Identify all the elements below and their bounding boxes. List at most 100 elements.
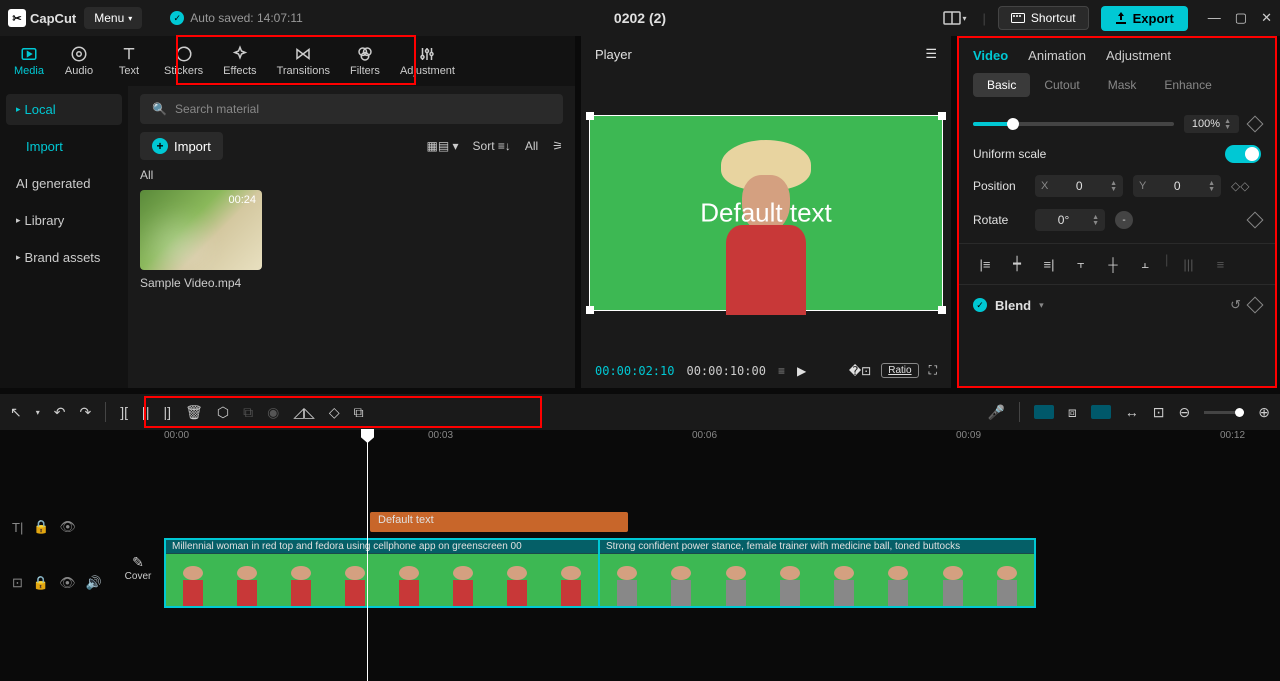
redo-button[interactable]: ↷ — [79, 404, 91, 421]
capture-icon[interactable]: �⊡ — [849, 364, 871, 378]
insp-tab-adjustment[interactable]: Adjustment — [1106, 48, 1171, 63]
preview-icon[interactable]: ⊡ — [1153, 404, 1165, 421]
expand-icon[interactable]: ↔ — [1125, 404, 1139, 420]
insp-tab-animation[interactable]: Animation — [1028, 48, 1086, 63]
project-title: 0202 (2) — [614, 10, 666, 26]
subtab-basic[interactable]: Basic — [973, 73, 1030, 97]
subtab-enhance[interactable]: Enhance — [1150, 73, 1225, 97]
keyframe-icon[interactable] — [1247, 297, 1264, 314]
list-icon[interactable]: ≡ — [778, 364, 785, 378]
text-clip[interactable]: Default text — [370, 512, 628, 532]
split-tool[interactable]: ]​[ — [120, 404, 128, 420]
timeline-ruler[interactable]: 00:00 00:03 00:06 00:09 00:12 — [0, 430, 1280, 452]
playhead[interactable] — [367, 430, 368, 681]
trim-right-tool[interactable]: |] — [164, 404, 172, 420]
close-button[interactable]: ✕ — [1261, 10, 1272, 26]
play-button[interactable]: ▶ — [797, 364, 806, 378]
zoom-in-icon[interactable]: ⊕ — [1258, 404, 1270, 421]
align-hcenter-icon[interactable]: ┿ — [1005, 252, 1029, 276]
link-icon[interactable] — [1091, 405, 1111, 419]
layout-button[interactable]: ▾ — [939, 7, 971, 29]
tab-stickers[interactable]: Stickers — [154, 41, 213, 81]
align-right-icon[interactable]: ≡| — [1037, 252, 1061, 276]
check-icon: ✓ — [170, 11, 184, 25]
player-canvas[interactable]: Default text — [589, 115, 943, 311]
pos-y-input[interactable]: Y0▲▼ — [1133, 175, 1221, 197]
scale-value[interactable]: 100%▲▼ — [1184, 115, 1239, 133]
cover-button[interactable]: ✎Cover — [116, 554, 160, 582]
pointer-dropdown[interactable]: ▾ — [36, 408, 40, 417]
scale-slider[interactable] — [973, 122, 1174, 126]
eye-icon[interactable]: 👁 — [60, 519, 77, 535]
reset-icon[interactable]: ↺ — [1230, 297, 1241, 313]
keyframe-icon[interactable] — [1247, 116, 1264, 133]
export-button[interactable]: Export — [1101, 6, 1188, 31]
video-clip-2[interactable]: Strong confident power stance, female tr… — [600, 538, 1036, 608]
tab-transitions[interactable]: Transitions — [267, 41, 340, 81]
tab-media[interactable]: Media — [4, 41, 54, 81]
sort-button[interactable]: Sort ≡↓ — [473, 139, 511, 153]
tab-text[interactable]: Text — [104, 41, 154, 81]
sidebar-import[interactable]: Import — [6, 131, 122, 162]
pointer-tool[interactable]: ↖ — [10, 404, 22, 421]
tab-adjustment[interactable]: Adjustment — [390, 41, 465, 81]
keyframe-icon[interactable] — [1247, 212, 1264, 229]
ratio-button[interactable]: Ratio — [881, 363, 918, 378]
zoom-slider[interactable] — [1204, 411, 1244, 414]
subtab-mask[interactable]: Mask — [1094, 73, 1151, 97]
media-thumb[interactable]: 00:24 Sample Video.mp4 — [140, 190, 262, 290]
sidebar-local[interactable]: ▸Local — [6, 94, 122, 125]
crop-tool[interactable]: ⧉ — [354, 404, 364, 421]
highlight-box — [144, 396, 542, 428]
snap-icon[interactable] — [1034, 405, 1054, 419]
mic-icon[interactable]: 🎤 — [987, 404, 1004, 421]
distribute-h-icon[interactable]: ||| — [1176, 252, 1200, 276]
delete-tool[interactable]: 🗑 — [185, 404, 203, 421]
view-toggle[interactable]: ▦▤ ▾ — [426, 139, 458, 153]
shield-tool[interactable]: ⬡ — [217, 404, 229, 421]
maximize-button[interactable]: ▢ — [1235, 10, 1247, 26]
tab-effects[interactable]: Effects — [213, 41, 266, 81]
tab-filters[interactable]: Filters — [340, 41, 390, 81]
align-vcenter-icon[interactable]: ┼ — [1101, 252, 1125, 276]
copy-tool[interactable]: ⧉ — [243, 404, 253, 421]
trim-left-tool[interactable]: [| — [142, 404, 150, 420]
sidebar-library[interactable]: ▸Library — [6, 205, 122, 236]
align-top-icon[interactable]: ⫟ — [1069, 252, 1093, 276]
player-menu-icon[interactable]: ☰ — [925, 46, 937, 62]
import-button[interactable]: +Import — [140, 132, 223, 160]
search-input[interactable]: 🔍Search material — [140, 94, 563, 124]
mirror-tool[interactable]: ◿◺ — [293, 404, 315, 421]
zoom-out-icon[interactable]: ⊖ — [1179, 404, 1191, 421]
minimize-button[interactable]: — — [1208, 10, 1221, 26]
rotate-dial[interactable]: - — [1115, 211, 1133, 229]
timeline[interactable]: 00:00 00:03 00:06 00:09 00:12 T|🔒👁 Defau… — [0, 430, 1280, 681]
align-left-icon[interactable]: |≡ — [973, 252, 997, 276]
menu-button[interactable]: Menu▾ — [84, 7, 142, 29]
link-icon[interactable]: ◇◇ — [1231, 179, 1249, 193]
distribute-v-icon[interactable]: ≡ — [1208, 252, 1232, 276]
sidebar-brand[interactable]: ▸Brand assets — [6, 242, 122, 273]
video-clip-1[interactable]: Millennial woman in red top and fedora u… — [164, 538, 600, 608]
rotate-input[interactable]: 0°▲▼ — [1035, 209, 1105, 231]
align-bottom-icon[interactable]: ⫠ — [1133, 252, 1157, 276]
insp-tab-video[interactable]: Video — [973, 48, 1008, 63]
subtab-cutout[interactable]: Cutout — [1030, 73, 1093, 97]
lock-icon[interactable]: 🔒 — [33, 519, 49, 535]
uniform-scale-toggle[interactable] — [1225, 145, 1261, 163]
sidebar-ai[interactable]: AI generated — [6, 168, 122, 199]
mute-icon[interactable]: 🔊 — [86, 575, 102, 591]
record-tool[interactable]: ◉ — [267, 404, 279, 421]
undo-button[interactable]: ↶ — [54, 404, 66, 421]
lock-icon[interactable]: 🔒 — [33, 575, 49, 591]
tab-audio[interactable]: Audio — [54, 41, 104, 81]
shortcut-button[interactable]: Shortcut — [998, 6, 1089, 30]
filter-icon[interactable]: ⚞ — [552, 139, 563, 153]
blend-label[interactable]: Blend — [995, 298, 1031, 313]
pos-x-input[interactable]: X0▲▼ — [1035, 175, 1123, 197]
eye-icon[interactable]: 👁 — [59, 575, 76, 591]
fullscreen-icon[interactable]: ⛶ — [929, 363, 937, 378]
magnet-icon[interactable]: ⧈ — [1068, 404, 1077, 421]
rotate-tool[interactable]: ◇ — [329, 404, 340, 421]
filter-all[interactable]: All — [525, 139, 538, 153]
